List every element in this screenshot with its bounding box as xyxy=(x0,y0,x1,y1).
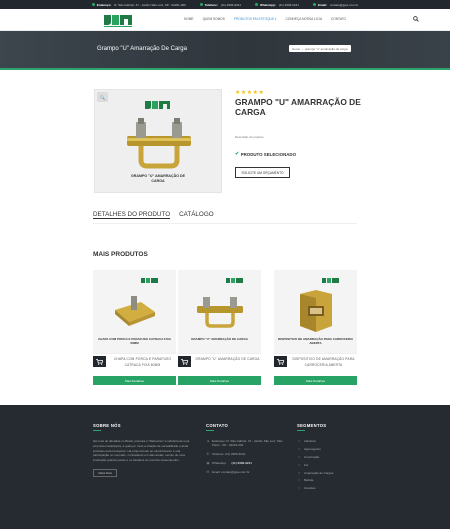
footer-address: ● Endereço: R. São Gabriel, 47 - Jardim S… xyxy=(206,439,283,447)
segment-item[interactable]: ▪ Fer xyxy=(297,463,367,467)
tabs-divider xyxy=(93,223,357,224)
cart-icon[interactable] xyxy=(274,356,287,367)
product-image[interactable]: 🔍 GRAMPO "U" AMARRAÇÃO DE CARGA xyxy=(94,89,222,193)
learn-more-button[interactable]: Saiba Mais xyxy=(93,468,117,477)
product-card-image[interactable]: DISPOSITIVO DE AMARRAÇÃO PARA CARROCERIA… xyxy=(274,270,357,354)
segment-item[interactable]: ▪ Amarração de Cargas xyxy=(297,471,367,475)
u-clamp-picture xyxy=(197,297,243,328)
footer-about-heading: SOBRE NÓS xyxy=(93,423,121,428)
product-selected-status: ✔ PRODUTO SELECIONADO xyxy=(235,151,296,157)
footer-email[interactable]: ✉ Email: contato@jgse.com.br xyxy=(206,470,290,474)
footer-about: SOBRE NÓS Há mais de décadas no Brasil, … xyxy=(93,423,197,477)
tie-down-device-picture xyxy=(300,290,332,332)
more-products-heading: MAIS PRODUTOS xyxy=(93,251,148,258)
tab-product-details[interactable]: DETALHES DO PRODUTO xyxy=(93,211,171,219)
product-card-image[interactable]: CHAPA COM PORCA E PARAFUSO CATRACA FIXA … xyxy=(93,270,176,354)
truck-icon: ▪ xyxy=(298,470,300,475)
footer-contact: CONTATO ● Endereço: R. São Gabriel, 47 - … xyxy=(206,423,290,479)
product-card-name[interactable]: CHAPA COM PORCA E PARAFUSO CATRACA FIXA … xyxy=(109,356,176,368)
phone-icon: ✆ xyxy=(206,452,210,456)
segment-item[interactable]: ▪ Grandes xyxy=(297,486,367,490)
product-card-image[interactable]: GRAMPO "U" AMARRAÇÃO DE CARGA xyxy=(178,270,261,354)
product-card: CHAPA COM PORCA E PARAFUSO CATRACA FIXA … xyxy=(93,270,176,385)
check-icon: ✔ xyxy=(235,151,240,157)
zoom-icon[interactable]: 🔍 xyxy=(97,92,108,102)
cart-icon[interactable] xyxy=(93,356,106,367)
segment-item[interactable]: ▪ Indústria xyxy=(297,439,367,443)
heading-underline xyxy=(93,430,101,431)
nav-item-home[interactable]: HOME xyxy=(184,17,194,21)
building-icon: ▪ xyxy=(298,454,300,459)
footer-phone[interactable]: ✆ Telefone: (11) 2906-6241 xyxy=(206,452,290,456)
site-footer: SOBRE NÓS Há mais de décadas no Brasil, … xyxy=(0,405,450,529)
product-selected-label: PRODUTO SELECIONADO xyxy=(240,151,296,157)
nav-menu: HOME QUEM SOMOS PRODUTOS EM ESTOQUE ▾ CO… xyxy=(184,17,346,21)
brand-logo-watermark xyxy=(141,278,158,283)
brand-logo-watermark xyxy=(226,278,243,283)
more-details-button[interactable]: Mais Detalhes xyxy=(93,376,176,385)
product-tabs: DETALHES DO PRODUTO CATÁLOGO xyxy=(93,211,214,219)
product-card: GRAMPO "U" AMARRAÇÃO DE CARGA GRAMPO "U"… xyxy=(178,270,261,385)
nav-item-loja[interactable]: CONHEÇA NOSSA LOJA xyxy=(285,17,322,21)
breadcrumb-separator: › xyxy=(302,46,304,51)
request-quote-button[interactable]: SOLICITE UM ORÇAMENTO xyxy=(235,167,290,178)
location-icon xyxy=(91,3,95,6)
topbar-email[interactable]: Email: contato@jgse.com.br xyxy=(312,3,358,7)
heading-underline xyxy=(297,430,305,431)
cart-icon[interactable] xyxy=(178,356,191,367)
nav-item-quem-somos[interactable]: QUEM SOMOS xyxy=(203,17,225,21)
u-clamp-picture xyxy=(127,118,191,169)
rating-stars: ★★★★★ xyxy=(235,90,265,96)
product-image-caption: GRAMPO "U" AMARRAÇÃO DE CARGA xyxy=(131,174,185,183)
segment-item[interactable]: ▪ Construção xyxy=(297,455,367,459)
topbar-phone[interactable]: Telefone: (11) 2906-6241 xyxy=(199,3,241,7)
product-card-image-label: GRAMPO "U" AMARRAÇÃO DE CARGA xyxy=(191,337,248,341)
footer-contact-heading: CONTATO xyxy=(206,423,229,428)
nav-item-produtos[interactable]: PRODUTOS EM ESTOQUE ▾ xyxy=(234,17,277,21)
location-icon: ● xyxy=(206,439,210,443)
search-icon[interactable] xyxy=(413,16,419,22)
nav-item-contato[interactable]: CONTATO xyxy=(331,17,346,21)
footer-about-text: Há mais de décadas no Brasil, pioneira e… xyxy=(93,439,190,463)
breadcrumb-current: grampo "u" amarração de carga xyxy=(305,46,348,51)
top-contact-bar: Endereço: R. São Gabriel, 47 - Jardim Sã… xyxy=(0,0,450,9)
factory-icon: ▪ xyxy=(298,439,300,443)
plate-picture xyxy=(115,296,155,326)
heading-underline xyxy=(206,430,214,431)
product-card-image-label: CHAPA COM PORCA E PARAFUSO CATRACA FIXA … xyxy=(98,337,171,345)
more-details-button[interactable]: Mais Detalhes xyxy=(274,376,357,385)
product-card-name[interactable]: GRAMPO "U" AMARRAÇÃO DE CARGA xyxy=(194,356,261,362)
topbar-address: Endereço: R. São Gabriel, 47 - Jardim Sã… xyxy=(91,3,186,7)
iron-icon: ▪ xyxy=(298,462,300,467)
breadcrumb-home[interactable]: Home xyxy=(292,47,300,51)
page-title: Grampo "U" Amarração De Carga xyxy=(97,46,187,52)
segment-item[interactable]: ▪ Agronegócio xyxy=(297,447,367,451)
product-card-name[interactable]: DISPOSITIVO DE AMARRAÇÃO PARA CARROCERIA… xyxy=(290,356,357,368)
crane-icon: ▪ xyxy=(298,486,300,491)
phone-icon xyxy=(199,3,203,6)
tab-catalog[interactable]: CATÁLOGO xyxy=(179,211,214,219)
bottle-icon: ▪ xyxy=(298,478,300,483)
footer-whatsapp[interactable]: ◉ WhatsApp: (11) 2906-6241 xyxy=(206,461,290,465)
product-card-image-label: DISPOSITIVO DE AMARRAÇÃO PARA CARROCERIA… xyxy=(277,337,354,345)
product-title: GRAMPO "U" AMARRAÇÃO DE CARGA xyxy=(235,97,361,117)
footer-segments: SEGMENTOS ▪ Indústria ▪ Agronegócio ▪ Const… xyxy=(297,423,367,494)
whatsapp-icon: ◉ xyxy=(206,461,210,465)
more-details-button[interactable]: Mais Detalhes xyxy=(178,376,261,385)
email-icon xyxy=(312,3,316,6)
main-navigation: HOME QUEM SOMOS PRODUTOS EM ESTOQUE ▾ CO… xyxy=(0,9,450,31)
leaf-icon: ▪ xyxy=(298,446,300,451)
topbar-whatsapp[interactable]: WhatsApp: (11) 2906-6241 xyxy=(255,3,299,7)
product-description: Descrição do produto xyxy=(235,135,264,139)
brand-logo-watermark xyxy=(322,278,339,283)
footer-segments-heading: SEGMENTOS xyxy=(297,423,327,428)
brand-logo[interactable] xyxy=(101,11,135,29)
product-card: DISPOSITIVO DE AMARRAÇÃO PARA CARROCERIA… xyxy=(274,270,357,385)
whatsapp-icon xyxy=(255,3,258,6)
brand-logo-watermark xyxy=(145,101,170,109)
email-icon: ✉ xyxy=(206,470,210,474)
page-hero: Grampo "U" Amarração De Carga Home › gra… xyxy=(0,31,450,70)
breadcrumb: Home › grampo "u" amarração de carga xyxy=(289,45,351,52)
segment-item[interactable]: ▪ Bebida xyxy=(297,478,367,482)
